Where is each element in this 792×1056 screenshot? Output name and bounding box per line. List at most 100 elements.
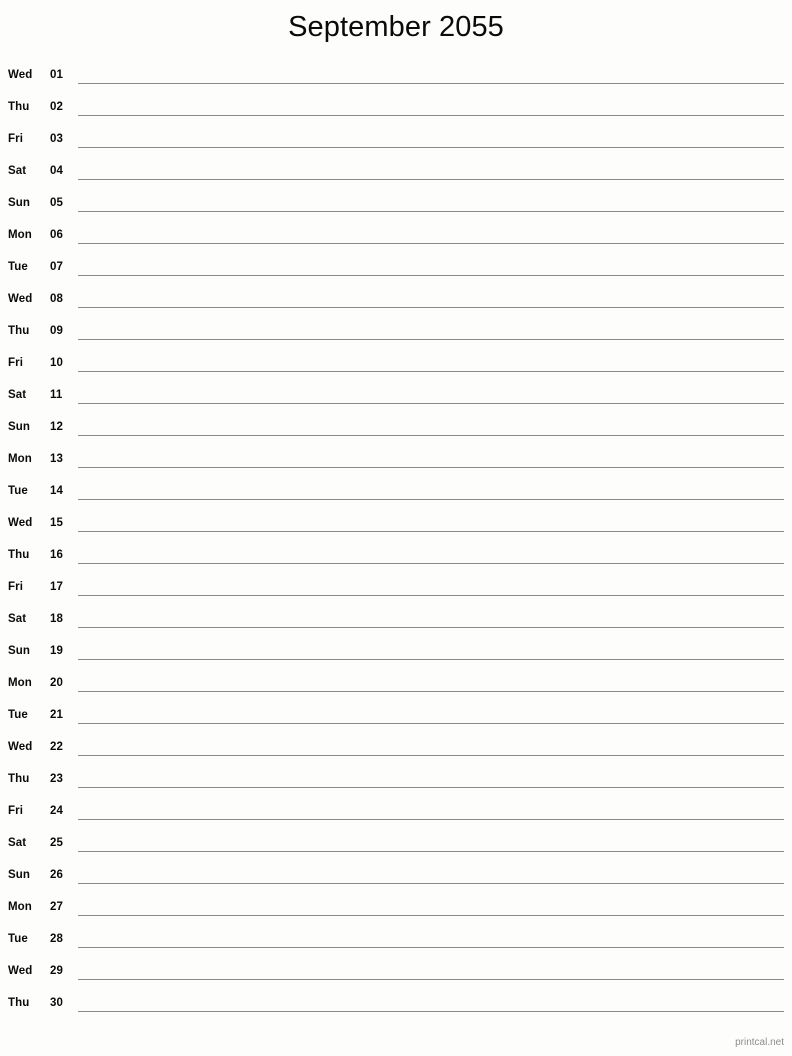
day-number-label: 28 xyxy=(50,933,63,945)
day-of-week-label: Fri xyxy=(8,133,23,145)
day-of-week-label: Thu xyxy=(8,773,30,785)
day-of-week-label: Sat xyxy=(8,389,27,401)
day-row[interactable]: Thu 02 xyxy=(0,94,792,126)
day-writing-line[interactable] xyxy=(78,1011,784,1012)
day-row[interactable]: Thu 16 xyxy=(0,542,792,574)
day-of-week-label: Thu xyxy=(8,997,30,1009)
day-row[interactable]: Sat 25 xyxy=(0,830,792,862)
day-of-week-label: Fri xyxy=(8,581,23,593)
day-row[interactable]: Mon 06 xyxy=(0,222,792,254)
day-row[interactable]: Tue 21 xyxy=(0,702,792,734)
day-row[interactable]: Fri 03 xyxy=(0,126,792,158)
day-row[interactable]: Wed 15 xyxy=(0,510,792,542)
day-writing-line[interactable] xyxy=(78,307,784,308)
day-number-label: 25 xyxy=(50,837,63,849)
day-row[interactable]: Sun 05 xyxy=(0,190,792,222)
day-writing-line[interactable] xyxy=(78,499,784,500)
day-writing-line[interactable] xyxy=(78,691,784,692)
day-number-label: 24 xyxy=(50,805,63,817)
day-writing-line[interactable] xyxy=(78,211,784,212)
day-writing-line[interactable] xyxy=(78,435,784,436)
day-row[interactable]: Sat 04 xyxy=(0,158,792,190)
day-of-week-label: Sun xyxy=(8,645,31,657)
day-row[interactable]: Tue 14 xyxy=(0,478,792,510)
day-row[interactable]: Sat 18 xyxy=(0,606,792,638)
day-row[interactable]: Sun 19 xyxy=(0,638,792,670)
day-writing-line[interactable] xyxy=(78,787,784,788)
day-number-label: 20 xyxy=(50,677,63,689)
day-writing-line[interactable] xyxy=(78,627,784,628)
day-row[interactable]: Wed 22 xyxy=(0,734,792,766)
day-row[interactable]: Fri 17 xyxy=(0,574,792,606)
day-writing-line[interactable] xyxy=(78,723,784,724)
day-of-week-label: Tue xyxy=(8,261,28,273)
day-writing-line[interactable] xyxy=(78,403,784,404)
day-writing-line[interactable] xyxy=(78,115,784,116)
day-number-label: 07 xyxy=(50,261,63,273)
day-row[interactable]: Mon 27 xyxy=(0,894,792,926)
day-of-week-label: Sat xyxy=(8,613,27,625)
day-of-week-label: Wed xyxy=(8,293,33,305)
day-number-label: 22 xyxy=(50,741,63,753)
day-number-label: 17 xyxy=(50,581,63,593)
day-of-week-label: Mon xyxy=(8,229,32,241)
day-writing-line[interactable] xyxy=(78,339,784,340)
day-number-label: 15 xyxy=(50,517,63,529)
day-writing-line[interactable] xyxy=(78,83,784,84)
day-writing-line[interactable] xyxy=(78,851,784,852)
day-writing-line[interactable] xyxy=(78,915,784,916)
day-writing-line[interactable] xyxy=(78,371,784,372)
day-number-label: 03 xyxy=(50,133,63,145)
day-writing-line[interactable] xyxy=(78,243,784,244)
day-row[interactable]: Thu 23 xyxy=(0,766,792,798)
day-row[interactable]: Wed 01 xyxy=(0,62,792,94)
day-writing-line[interactable] xyxy=(78,275,784,276)
day-of-week-label: Wed xyxy=(8,517,33,529)
day-row-list: Wed 01 Thu 02 Fri 03 Sat 04 Sun 05 Mon 06 Tue 07 Wed 08… xyxy=(0,62,792,1022)
day-row[interactable]: Wed 29 xyxy=(0,958,792,990)
calendar-page: September 2055 Wed 01 Thu 02 Fri 03 Sat 04 Sun 05… xyxy=(0,0,792,1056)
day-number-label: 27 xyxy=(50,901,63,913)
day-number-label: 09 xyxy=(50,325,63,337)
day-of-week-label: Fri xyxy=(8,805,23,817)
day-number-label: 04 xyxy=(50,165,63,177)
day-row[interactable]: Sat 11 xyxy=(0,382,792,414)
day-row[interactable]: Sun 26 xyxy=(0,862,792,894)
day-number-label: 06 xyxy=(50,229,63,241)
day-number-label: 10 xyxy=(50,357,63,369)
day-writing-line[interactable] xyxy=(78,979,784,980)
day-number-label: 23 xyxy=(50,773,63,785)
day-row[interactable]: Fri 10 xyxy=(0,350,792,382)
day-writing-line[interactable] xyxy=(78,819,784,820)
day-writing-line[interactable] xyxy=(78,947,784,948)
day-number-label: 13 xyxy=(50,453,63,465)
day-writing-line[interactable] xyxy=(78,147,784,148)
day-of-week-label: Mon xyxy=(8,677,32,689)
day-of-week-label: Mon xyxy=(8,901,32,913)
day-row[interactable]: Tue 07 xyxy=(0,254,792,286)
day-row[interactable]: Thu 30 xyxy=(0,990,792,1022)
day-writing-line[interactable] xyxy=(78,563,784,564)
day-row[interactable]: Sun 12 xyxy=(0,414,792,446)
day-writing-line[interactable] xyxy=(78,659,784,660)
day-writing-line[interactable] xyxy=(78,883,784,884)
day-writing-line[interactable] xyxy=(78,531,784,532)
day-writing-line[interactable] xyxy=(78,595,784,596)
day-number-label: 02 xyxy=(50,101,63,113)
day-row[interactable]: Mon 20 xyxy=(0,670,792,702)
day-of-week-label: Tue xyxy=(8,709,28,721)
day-writing-line[interactable] xyxy=(78,467,784,468)
day-row[interactable]: Wed 08 xyxy=(0,286,792,318)
day-of-week-label: Thu xyxy=(8,549,30,561)
day-of-week-label: Sun xyxy=(8,421,31,433)
day-number-label: 30 xyxy=(50,997,63,1009)
day-of-week-label: Wed xyxy=(8,741,33,753)
day-writing-line[interactable] xyxy=(78,179,784,180)
day-writing-line[interactable] xyxy=(78,755,784,756)
day-row[interactable]: Fri 24 xyxy=(0,798,792,830)
day-of-week-label: Fri xyxy=(8,357,23,369)
day-of-week-label: Sun xyxy=(8,197,31,209)
day-row[interactable]: Mon 13 xyxy=(0,446,792,478)
day-row[interactable]: Thu 09 xyxy=(0,318,792,350)
day-row[interactable]: Tue 28 xyxy=(0,926,792,958)
